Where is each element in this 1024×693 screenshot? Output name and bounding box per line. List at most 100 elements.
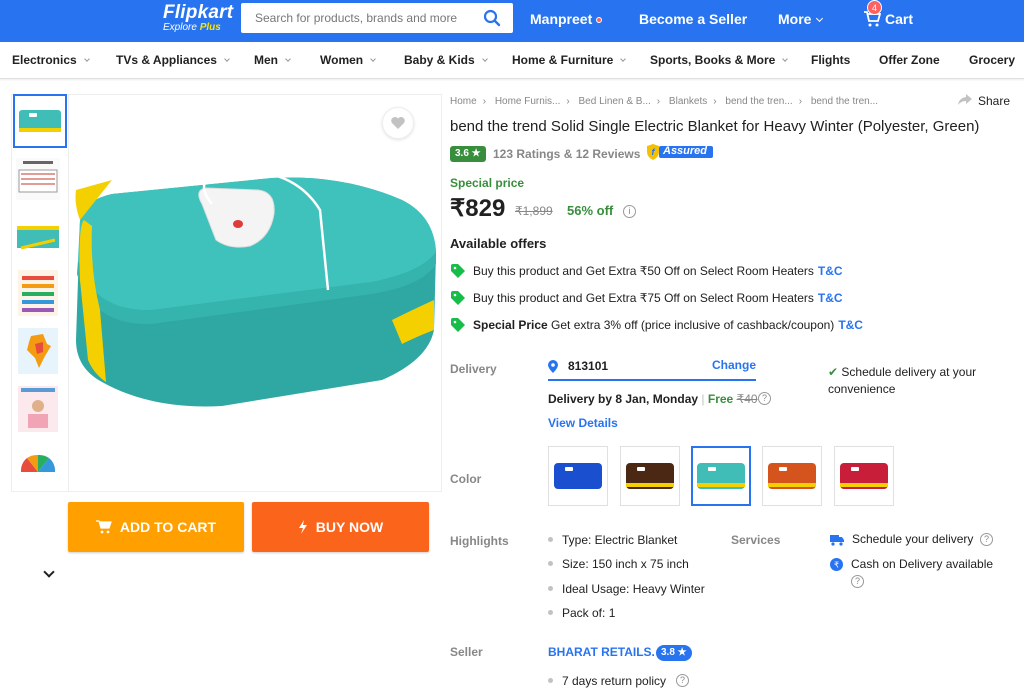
discount-percent: 56% off [567,203,614,218]
share-button[interactable]: Share [958,94,1010,108]
user-menu[interactable]: Manpreet [530,11,603,27]
search-input[interactable] [255,3,475,33]
thumbnail-4[interactable] [13,268,67,322]
delivery-help-icon[interactable]: ? [758,392,771,405]
more-label: More [778,11,812,27]
category-women[interactable]: Women [320,53,376,67]
blanket-green-image [697,463,745,489]
thumbnail-5[interactable] [13,326,67,380]
chevron-down-icon [224,56,230,62]
color-swatch-orange[interactable] [762,446,822,506]
breadcrumb: Home › Home Furnis... › Bed Linen & B... › … [450,96,879,107]
chevron-down-icon [782,56,789,62]
breadcrumb-product: bend the tren... [810,96,879,107]
offer-item: Buy this product and Get Extra ₹50 Off o… [451,264,843,278]
add-to-cart-label: ADD TO CART [119,519,217,535]
seller-rating-badge: 3.8 ★ [656,645,692,661]
service-help-icon[interactable]: ? [980,533,993,546]
category-baby-kids[interactable]: Baby & Kids [404,53,488,67]
breadcrumb-brand[interactable]: bend the tren... [725,96,792,107]
pincode-field[interactable]: 813101 Change [548,358,756,381]
color-swatch-blue[interactable] [548,446,608,506]
category-electronics[interactable]: Electronics [12,53,90,67]
thumbnail-7[interactable] [13,440,67,494]
terms-link[interactable]: T&C [838,318,863,332]
category-offer-zone[interactable]: Offer Zone [879,53,940,67]
offer-item: Buy this product and Get Extra ₹75 Off o… [451,291,843,305]
view-details-link[interactable]: View Details [548,416,618,430]
chevron-down-icon [83,56,90,62]
color-swatch-red[interactable] [834,446,894,506]
thumbnail-2[interactable] [13,154,67,208]
offer-tag-icon [451,264,465,278]
share-icon [958,94,972,105]
check-icon: ✔ [828,365,839,379]
flipkart-logo[interactable]: Flipkart Explore Plus [163,2,233,33]
return-policy: 7 days return policy [548,674,666,688]
seller-name-link[interactable]: BHARAT RETAILS. [548,645,655,659]
service-item: ₹ Cash on Delivery available [830,557,993,571]
color-label: Color [450,472,482,486]
blanket-diagram-thumbnail-image [16,158,60,200]
rating-count[interactable]: 123 Ratings & 12 Reviews [493,147,640,161]
category-grocery[interactable]: Grocery [969,53,1015,67]
blanket-closeup-thumbnail-image [17,226,59,250]
chevron-down-icon [285,56,291,62]
services-label: Services [731,533,781,547]
cod-help-icon[interactable]: ? [851,575,864,588]
offer-item: Special Price Get extra 3% off (price in… [451,318,863,332]
india-map-thumbnail-image [18,328,58,374]
truck-icon [830,535,844,546]
category-home-furniture[interactable]: Home & Furniture [512,53,627,67]
terms-link[interactable]: T&C [818,291,843,305]
available-offers-heading: Available offers [450,236,547,251]
color-swatch-green[interactable] [691,446,751,506]
search-box [241,3,513,33]
change-pincode-button[interactable]: Change [712,358,756,372]
return-policy-help-icon[interactable]: ? [676,674,689,687]
breadcrumb-home-furnishing[interactable]: Home Furnis... [495,96,561,107]
product-title: bend the trend Solid Single Electric Bla… [450,118,980,135]
breadcrumb-blankets[interactable]: Blankets [669,96,707,107]
category-flights[interactable]: Flights [811,53,850,67]
thumbnails-scroll-down-icon[interactable] [43,566,55,578]
service-item: Schedule your delivery [830,532,973,546]
buy-now-button[interactable]: BUY NOW [252,502,429,552]
color-swatch-brown[interactable] [620,446,680,506]
seller-label: Seller [450,645,483,659]
category-sports-books[interactable]: Sports, Books & More [650,53,789,67]
thumbnail-1[interactable] [13,94,67,148]
category-men[interactable]: Men [254,53,291,67]
blanket-thumbnail-image [19,110,61,132]
pincode-value: 813101 [568,359,609,373]
breadcrumb-bed-linen[interactable]: Bed Linen & B... [579,96,651,107]
wishlist-button[interactable] [382,107,414,139]
blanket-blue-image [554,463,602,489]
breadcrumb-home[interactable]: Home [450,96,477,107]
thumbnail-6[interactable] [13,384,67,438]
more-menu[interactable]: More [778,11,824,27]
offer-tag-icon [451,291,465,305]
delivery-date: Delivery by 8 Jan, Monday | Free ₹40 [548,392,758,406]
share-label: Share [978,94,1011,108]
blanket-brown-image [626,463,674,489]
offer-tag-icon [451,318,465,332]
highlight-item: Type: Electric Blanket [548,533,677,547]
product-main-image [75,169,436,407]
svg-text:₹: ₹ [834,561,839,570]
thumbnail-3[interactable] [13,212,67,266]
assured-label: Assured [663,145,708,157]
become-seller-link[interactable]: Become a Seller [639,11,747,27]
terms-link[interactable]: T&C [818,264,843,278]
notification-dot-icon [596,17,603,24]
search-icon[interactable] [483,9,501,27]
info-icon[interactable]: i [623,205,636,218]
lightning-icon [298,520,307,534]
blanket-red-image [840,463,888,489]
user-name: Manpreet [530,11,593,27]
category-tvs-appliances[interactable]: TVs & Appliances [116,53,230,67]
size-chart-thumbnail-image [18,270,58,316]
add-to-cart-button[interactable]: ADD TO CART [68,502,244,552]
chevron-down-icon [481,56,488,62]
highlight-item: Pack of: 1 [548,606,615,620]
